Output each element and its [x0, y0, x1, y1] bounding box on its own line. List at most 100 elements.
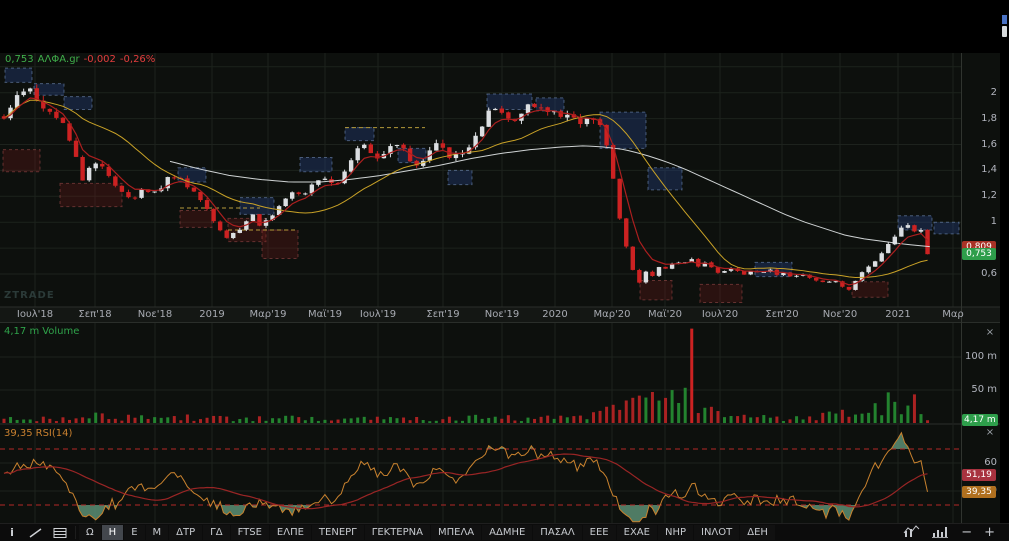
candle-body	[21, 92, 25, 96]
toolbar-button-ΕΛΠΕ[interactable]: ΕΛΠΕ	[270, 525, 311, 540]
volume-bar	[834, 414, 837, 423]
volume-bar	[225, 417, 228, 423]
candle-body	[316, 180, 320, 185]
supply-zone-box	[536, 98, 564, 111]
candle-body	[283, 199, 287, 206]
volume-bar	[527, 418, 530, 423]
candle-body	[48, 109, 52, 112]
price-chart-canvas[interactable]	[0, 0, 1009, 541]
volume-bar	[743, 415, 746, 423]
volume-bar	[854, 415, 857, 423]
info-icon[interactable]: i	[0, 524, 24, 541]
zoom-out-icon[interactable]: −	[961, 525, 972, 541]
demand-zone-box	[60, 183, 122, 206]
volume-bar	[906, 406, 909, 423]
candle-body	[539, 107, 543, 108]
candle-body	[454, 154, 458, 158]
candle-body	[434, 143, 438, 150]
toolbar-button-ΤΕΝΕΡΓ[interactable]: ΤΕΝΕΡΓ	[312, 525, 364, 540]
volume-bar	[749, 417, 752, 423]
toolbar-button-ΔΕΗ[interactable]: ΔΕΗ	[740, 525, 775, 540]
volume-bar	[710, 407, 713, 423]
candle-body	[794, 276, 798, 277]
volume-bar	[94, 413, 97, 423]
scrollbar-thumb[interactable]	[1002, 26, 1007, 37]
candle-body	[814, 278, 818, 281]
volume-bar	[625, 401, 628, 423]
candle-body	[585, 119, 589, 125]
toolbar-button-ΕΕΕ[interactable]: ΕΕΕ	[583, 525, 616, 540]
volume-bars-icon[interactable]	[932, 523, 949, 541]
volume-bar	[350, 418, 353, 423]
volume-bar	[376, 417, 379, 423]
supply-zone-box	[448, 170, 472, 184]
candle-body	[198, 192, 202, 200]
candle-body	[526, 104, 530, 113]
volume-pane-close-icon[interactable]: ×	[983, 327, 997, 339]
volume-bar	[795, 416, 798, 423]
volume-bar	[402, 418, 405, 423]
candle-body	[631, 247, 635, 270]
supply-zone-box	[300, 157, 332, 171]
volume-bar	[179, 420, 182, 423]
volume-bar	[802, 419, 805, 423]
rsi-pane-close-icon[interactable]: ×	[983, 427, 997, 439]
toolbar-button-ΓΕΚΤΕΡΝΑ[interactable]: ΓΕΚΤΕΡΝΑ	[365, 525, 430, 540]
volume-bar	[271, 418, 274, 423]
zoom-in-icon[interactable]: +	[984, 525, 995, 541]
volume-bar	[513, 420, 516, 423]
volume-bar	[579, 416, 582, 423]
volume-bar	[160, 418, 163, 423]
volume-bar	[206, 418, 209, 423]
volume-bar	[631, 398, 634, 423]
watchlist-grid-icon[interactable]	[48, 524, 72, 541]
candle-body	[716, 267, 720, 272]
demand-zone-box	[700, 284, 742, 302]
volume-bar	[22, 420, 25, 423]
volume-bar	[585, 419, 588, 423]
toolbar-button-ΔΤΡ[interactable]: ΔΤΡ	[169, 525, 202, 540]
right-scrollbar[interactable]	[1000, 0, 1009, 523]
candle-body	[54, 112, 58, 118]
volume-bar	[730, 416, 733, 423]
trendline-icon[interactable]	[24, 524, 48, 541]
volume-bar	[258, 416, 261, 423]
toolbar-button-ΕΧΑΕ[interactable]: ΕΧΑΕ	[617, 525, 657, 540]
chart-style-icon[interactable]	[903, 523, 920, 541]
volume-bar	[821, 413, 824, 423]
volume-bar	[232, 421, 235, 423]
toolbar-button-FTSE[interactable]: FTSE	[231, 525, 269, 540]
toolbar-button-ΝΗΡ[interactable]: ΝΗΡ	[658, 525, 693, 540]
demand-zone-box	[262, 230, 298, 258]
candle-body	[650, 272, 654, 276]
volume-bar	[304, 420, 307, 423]
toolbar-button-Μ[interactable]: Μ	[146, 525, 169, 540]
volume-bar	[16, 420, 19, 423]
toolbar-button-Ε[interactable]: Ε	[124, 525, 144, 540]
candle-body	[290, 192, 294, 198]
candle-body	[637, 270, 641, 283]
bottom-toolbar: i ΩΗΕΜΔΤΡΓΔFTSEΕΛΠΕΤΕΝΕΡΓΓΕΚΤΕΡΝΑΜΠΕΛΑΑΔ…	[0, 523, 1009, 541]
volume-bar	[671, 390, 674, 423]
toolbar-button-ΓΔ[interactable]: ΓΔ	[203, 525, 229, 540]
volume-bar	[75, 418, 78, 423]
toolbar-button-ΑΔΜΗΕ[interactable]: ΑΔΜΗΕ	[482, 525, 532, 540]
volume-bar	[677, 403, 680, 423]
demand-zone-box	[180, 211, 212, 228]
candle-body	[80, 157, 84, 181]
toolbar-button-ΜΠΕΛΑ[interactable]: ΜΠΕΛΑ	[431, 525, 481, 540]
volume-bar	[559, 416, 562, 423]
candle-body	[847, 287, 851, 290]
toolbar-button-Η[interactable]: Η	[102, 525, 124, 540]
toolbar-right-cluster: − +	[903, 524, 1009, 541]
candle-body	[323, 179, 327, 180]
toolbar-button-Ω[interactable]: Ω	[79, 525, 101, 540]
volume-bar	[409, 420, 412, 423]
supply-zone-box	[240, 198, 274, 215]
toolbar-button-ΠΑΣΑΛ[interactable]: ΠΑΣΑΛ	[533, 525, 581, 540]
candle-body	[401, 145, 405, 149]
volume-bar	[219, 416, 222, 423]
candle-body	[886, 244, 890, 253]
toolbar-button-ΙΝΛΟΤ[interactable]: ΙΝΛΟΤ	[694, 525, 739, 540]
volume-bar	[356, 418, 359, 423]
